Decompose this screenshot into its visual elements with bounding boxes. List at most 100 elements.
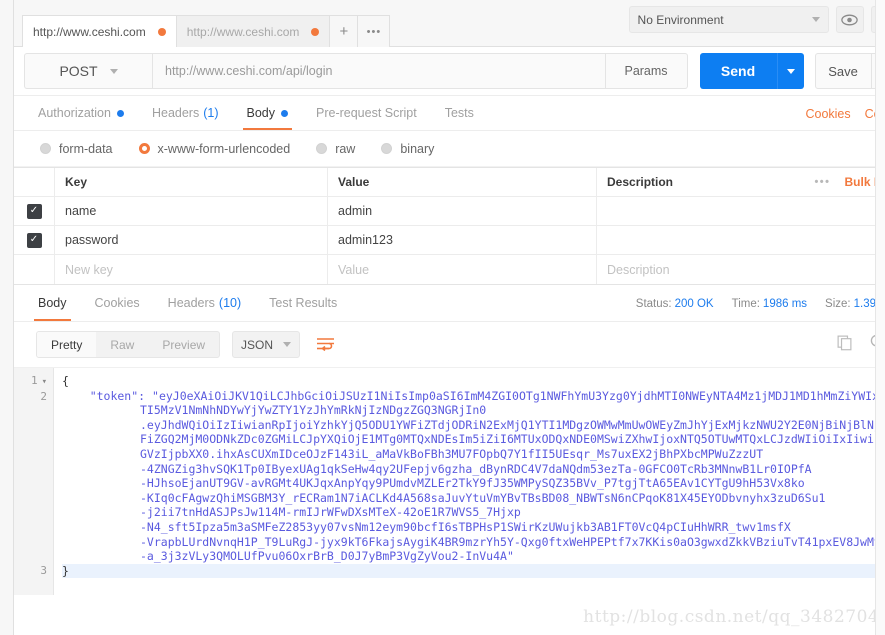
chevron-down-icon [811,17,820,22]
json-token-key: "token": [62,388,153,403]
row-key[interactable]: password [55,226,328,254]
new-key-input[interactable]: New key [55,255,328,284]
status-badge: Status: 200 OK [636,298,714,310]
row-value[interactable]: admin123 [328,226,597,254]
http-method-selector[interactable]: POST [24,53,152,89]
row-checkbox-cell [14,255,55,284]
request-tab-2-label: http://www.ceshi.com [186,24,300,39]
view-preview[interactable]: Preview [148,332,219,357]
line-number-gutter: 1 2 3 [14,368,54,595]
table-options-button[interactable]: ••• [814,176,830,188]
unsaved-dot-icon[interactable] [157,27,166,36]
unsaved-dot-icon[interactable] [311,27,320,36]
response-tab-headers[interactable]: Headers (10) [154,285,255,321]
body-type-raw-label: raw [335,141,356,156]
table-row-new[interactable]: New key Value Description [14,255,885,284]
row-description[interactable] [597,197,885,225]
copy-button[interactable] [836,334,853,356]
new-tab-button[interactable]: + [329,15,359,47]
tab-authorization[interactable]: Authorization [24,96,138,130]
response-tab-body[interactable]: Body [24,285,81,321]
line-number-1[interactable]: 1 [14,374,53,390]
line-number-2: 2 [40,389,47,403]
tab-headers-count: (1) [203,106,219,120]
view-raw[interactable]: Raw [96,332,148,357]
environment-selected-label: No Environment [637,12,724,27]
response-body-viewer[interactable]: 1 2 3 { "token": "eyJ0eXAiOiJKV1QiLCJhbG… [14,367,885,595]
response-format-label: JSON [241,337,274,352]
line-number-3: 3 [40,564,47,578]
url-bar: POST http://www.ceshi.com/api/login Para… [14,47,885,96]
tab-tests-label: Tests [444,106,474,120]
json-token-line-10: -VrapbLUrdNvnqH1P_T9LuRgJ-jyx9kT6FkajsAy… [140,534,885,549]
tab-tests[interactable]: Tests [431,96,488,130]
send-options-button[interactable] [776,53,804,89]
json-body-text[interactable]: { "token": "eyJ0eXAiOiJKV1QiLCJhbGciOiJS… [54,368,885,595]
row-value[interactable]: admin [328,197,597,225]
tab-authorization-label: Authorization [38,106,111,120]
body-type-form-data[interactable]: form-data [40,142,113,156]
response-meta: Status:200 OK Time:1986 ms Size:1.39 KB [618,285,885,322]
radio-icon [316,143,328,154]
chevron-down-icon [283,342,292,347]
radio-selected-icon [138,143,150,154]
json-token-line-7: -KIq0cFAgwzQhiMSGBM3Y_rECRam1N7iACLKd4A5… [140,490,826,505]
right-scrollbar[interactable] [875,0,885,635]
body-type-urlencoded[interactable]: x-www-form-urlencoded [138,142,290,156]
tab-options-button[interactable]: ••• [357,15,391,47]
request-tab-bar: http://www.ceshi.com http://www.ceshi.co… [14,0,885,47]
save-button[interactable]: Save [814,53,872,89]
row-checkbox-cell: ✓ [14,226,55,254]
postman-window: http://www.ceshi.com http://www.ceshi.co… [0,0,885,635]
table-row[interactable]: ✓ name admin [14,197,885,226]
row-checkbox-checked[interactable]: ✓ [26,232,42,248]
request-tabs-list: http://www.ceshi.com http://www.ceshi.co… [14,0,391,47]
environment-selector[interactable]: No Environment [628,6,829,33]
table-row[interactable]: ✓ password admin123 [14,226,885,255]
row-key[interactable]: name [55,197,328,225]
tab-pre-request-script[interactable]: Pre-request Script [302,96,431,130]
params-button[interactable]: Params [605,53,688,89]
json-token-line-3: FiZGQ2MjM0ODNkZDc0ZGMiLCJpYXQiOjE1MTg0MT… [140,432,885,447]
response-tab-test-results[interactable]: Test Results [255,285,351,321]
tab-headers[interactable]: Headers (1) [138,96,233,130]
body-type-binary-label: binary [400,141,435,156]
json-token-line-11: -a_3j3zVLy3QMOLUfPvu06OxrBrB_D0J7yBmP3Vg… [140,549,514,564]
body-type-binary[interactable]: binary [381,142,434,156]
response-tab-test-results-label: Test Results [269,296,338,310]
tab-body[interactable]: Body [233,96,303,130]
tab-body-label: Body [246,106,276,120]
tab-headers-label: Headers [151,106,200,120]
request-section-tabs: Authorization Headers (1) Body Pre-reque… [14,96,885,131]
modified-dot-icon [281,109,288,117]
body-type-raw[interactable]: raw [316,142,355,156]
response-format-selector[interactable]: JSON [232,331,301,358]
json-close-brace: } [62,563,885,579]
row-checkbox-checked[interactable]: ✓ [26,203,42,219]
watermark-text: http://blog.csdn.net/qq_34827048 [583,607,885,627]
response-tab-headers-label: Headers [167,296,215,310]
send-button[interactable]: Send [699,53,777,89]
json-open-brace: { [62,374,69,388]
cookies-link[interactable]: Cookies [805,107,850,121]
url-input[interactable]: http://www.ceshi.com/api/login [152,53,606,89]
row-description[interactable] [597,226,885,254]
response-tab-headers-count: (10) [218,296,242,310]
header-check-cell [14,168,55,196]
new-description-input[interactable]: Description [597,255,885,284]
size-label: Size: [825,297,851,310]
view-pretty[interactable]: Pretty [37,332,97,357]
word-wrap-button[interactable] [312,332,338,358]
body-params-table: Key Value Description ••• Bulk Edit ✓ na… [14,167,885,285]
response-tab-cookies[interactable]: Cookies [81,285,154,321]
json-token-line-5: -4ZNGZig3hvSQK1Tp0IByexUAg1qkSeHw4qy2UFe… [140,461,812,476]
request-tab-2[interactable]: http://www.ceshi.com [175,15,331,47]
json-token-line-9: -N4_sft5Ipza5m3aSMFeZ2853yy07vsNm12eym90… [140,519,791,534]
new-value-input[interactable]: Value [328,255,597,284]
environment-quick-look-button[interactable] [835,6,864,33]
time-value: 1986 ms [762,297,808,310]
response-tab-cookies-label: Cookies [94,296,140,310]
request-tab-1[interactable]: http://www.ceshi.com [22,15,177,47]
header-key: Key [55,168,328,196]
response-section-tabs: Body Cookies Headers (10) Test Results S… [14,285,885,322]
